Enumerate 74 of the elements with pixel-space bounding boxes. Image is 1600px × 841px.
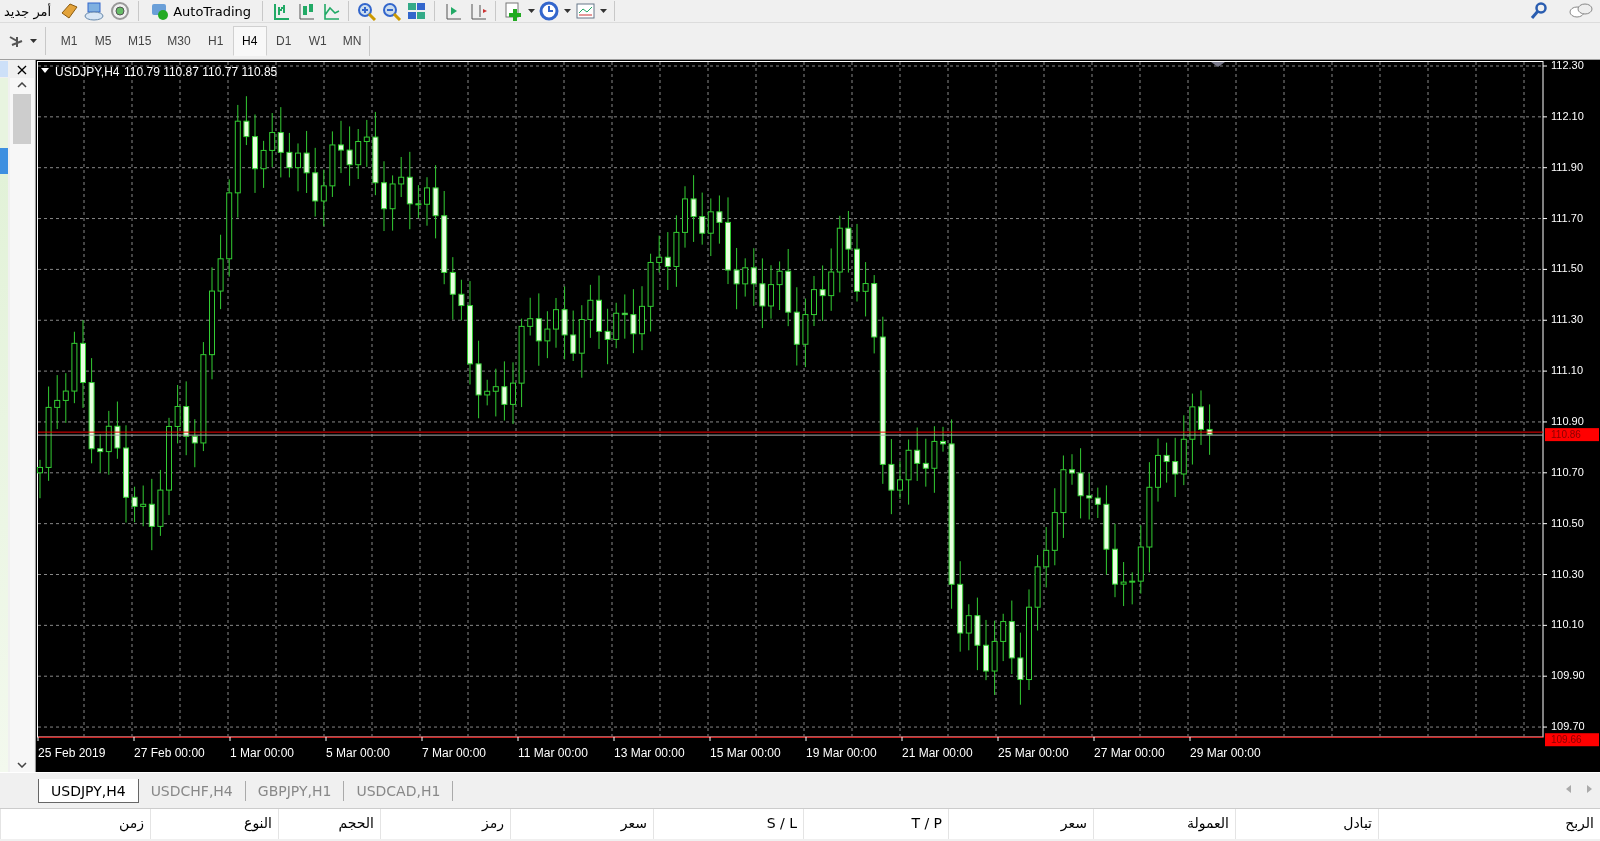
column-header[interactable]: الربح	[1378, 809, 1600, 839]
time-axis-label: 11 Mar 00:00	[518, 746, 588, 760]
close-button[interactable]: ×	[10, 60, 34, 78]
column-header[interactable]: تبادل	[1235, 809, 1378, 839]
timeframe-button[interactable]: M1	[52, 26, 86, 56]
column-header[interactable]: T / P	[803, 809, 948, 839]
chart-symbol-title: USDJPY,H4	[55, 65, 120, 79]
price-axis-label: 109.70	[1551, 720, 1585, 733]
scroll-down-icon[interactable]	[17, 762, 27, 768]
price-axis-label: 110.30	[1551, 567, 1584, 580]
column-header[interactable]: العمولة	[1093, 809, 1235, 839]
price-axis-label: 111.90	[1551, 160, 1583, 173]
bid-price-label: 110.86	[1551, 429, 1581, 441]
time-axis-label: 27 Mar 00:00	[1094, 746, 1165, 760]
timeframe-button[interactable]: W1	[300, 26, 335, 56]
time-axis-label: 25 Feb 2019	[38, 746, 106, 760]
time-axis-label: 15 Mar 00:00	[710, 746, 781, 760]
price-axis-label: 111.10	[1551, 364, 1583, 377]
price-axis-label: 109.90	[1551, 669, 1585, 682]
price-axis-label: 111.30	[1551, 313, 1583, 326]
zoom-in-icon[interactable]	[356, 1, 378, 21]
column-header[interactable]: الحجم	[278, 809, 380, 839]
time-axis-label: 13 Mar 00:00	[614, 746, 685, 760]
timeframe-button[interactable]: M15	[120, 26, 160, 56]
server-icon[interactable]	[83, 1, 106, 21]
signal-icon[interactable]	[109, 1, 132, 21]
timeframe-button[interactable]: H4	[232, 26, 267, 56]
price-axis-label: 110.90	[1551, 414, 1584, 427]
chart-tab[interactable]: USDJPY,H4	[38, 779, 139, 803]
chart-shift-marker[interactable]	[1211, 62, 1225, 67]
time-axis-label: 21 Mar 00:00	[902, 746, 973, 760]
column-header[interactable]: رمز	[380, 809, 510, 839]
scrollbar-thumb[interactable]	[13, 94, 31, 144]
timeframe-button[interactable]: MN	[334, 26, 370, 56]
column-header[interactable]: سعر	[510, 809, 653, 839]
timeframe-button[interactable]: M5	[86, 26, 120, 56]
timeframe-button[interactable]: M30	[159, 26, 199, 56]
time-axis-label: 25 Mar 00:00	[998, 746, 1069, 760]
new-order-button[interactable]: أمر جديد	[0, 0, 56, 22]
time-axis-label: 7 Mar 00:00	[422, 746, 487, 760]
chat-icon[interactable]	[1568, 2, 1594, 20]
column-header[interactable]: النوع	[150, 809, 278, 839]
column-header[interactable]: سعر	[948, 809, 1093, 839]
price-axis-label: 110.70	[1551, 465, 1584, 478]
clock-icon[interactable]	[539, 1, 561, 21]
price-tag-background	[1545, 733, 1599, 747]
price-axis-label: 111.50	[1551, 262, 1583, 275]
search-icon[interactable]	[1530, 2, 1548, 20]
caret-icon[interactable]	[30, 39, 37, 43]
column-header[interactable]: زمن	[0, 809, 150, 839]
price-axis-label: 112.10	[1551, 109, 1584, 122]
price-axis-label: 112.30	[1551, 60, 1584, 71]
price-tag-background	[1545, 428, 1599, 442]
tile-windows-icon[interactable]	[406, 1, 428, 21]
column-header[interactable]: S / L	[653, 809, 803, 839]
time-axis-label: 5 Mar 00:00	[326, 746, 391, 760]
timeframe-button[interactable]: D1	[266, 26, 301, 56]
time-axis-label: 27 Feb 00:00	[134, 746, 205, 760]
time-axis-label: 29 Mar 00:00	[1190, 746, 1261, 760]
time-axis-label: 1 Mar 00:00	[230, 746, 295, 760]
time-axis-label: 19 Mar 00:00	[806, 746, 877, 760]
autotrading-button[interactable]: AutoTrading	[146, 0, 256, 22]
price-axis-label: 110.50	[1551, 516, 1584, 529]
price-axis-label: 110.10	[1551, 618, 1584, 631]
scroll-up-icon[interactable]	[17, 82, 27, 88]
zoom-out-icon[interactable]	[381, 1, 403, 21]
dropdown-icon[interactable]	[41, 68, 49, 73]
caret-icon[interactable]	[564, 9, 572, 13]
timeframe-button[interactable]: H1	[198, 26, 233, 56]
price-axis-label: 111.70	[1551, 211, 1583, 224]
level-price-label: 109.66	[1551, 734, 1582, 746]
caret-icon[interactable]	[600, 9, 608, 13]
caret-icon[interactable]	[528, 9, 536, 13]
ohlc-values: 110.79 110.87 110.77 110.85	[124, 65, 278, 79]
